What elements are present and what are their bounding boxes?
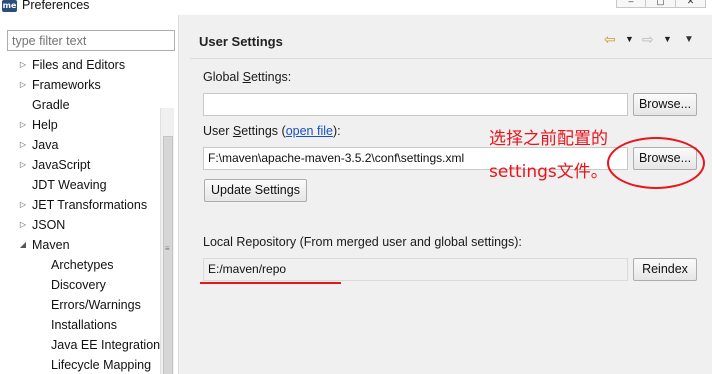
maximize-button[interactable]: ▢ bbox=[646, 0, 676, 8]
local-repository-field: E:/maven/repo bbox=[203, 258, 628, 281]
collapsed-arrow-icon[interactable]: ▷ bbox=[18, 115, 28, 135]
view-menu-icon[interactable]: ▼ bbox=[684, 34, 694, 45]
update-settings-button[interactable]: Update Settings bbox=[204, 179, 307, 202]
tree-item-label: JET Transformations bbox=[32, 198, 148, 212]
forward-dropdown-icon[interactable]: ▼ bbox=[663, 34, 672, 44]
title-bar: me Preferences – ▢ ✕ bbox=[0, 0, 712, 15]
tree-item[interactable]: ▷ Help bbox=[0, 115, 160, 135]
tree-item-label: JSON bbox=[32, 218, 66, 232]
grip-icon: ≡ bbox=[165, 244, 170, 253]
history-navigation: ⇦ ▼ ⇨ ▼ ▼ bbox=[600, 31, 710, 49]
user-settings-label: User Settings (open file): bbox=[203, 124, 341, 138]
annotation-underline bbox=[200, 282, 341, 284]
tree-item[interactable]: ▷ JET Transformations bbox=[0, 195, 160, 215]
tree-item[interactable]: Discovery bbox=[0, 275, 160, 295]
collapsed-arrow-icon[interactable]: ▷ bbox=[18, 135, 28, 155]
tree-item[interactable]: Lifecycle Mapping bbox=[0, 355, 160, 374]
tree-item-label: Discovery bbox=[51, 278, 106, 292]
tree-item-label: Frameworks bbox=[32, 78, 101, 92]
collapsed-arrow-icon[interactable]: ▷ bbox=[18, 195, 28, 215]
tree-item[interactable]: ▷ Frameworks bbox=[0, 75, 160, 95]
collapsed-arrow-icon[interactable]: ▷ bbox=[18, 75, 28, 95]
global-settings-label: Global Settings: bbox=[203, 70, 292, 84]
tree-item[interactable]: Archetypes bbox=[0, 255, 160, 275]
pane-divider[interactable] bbox=[178, 15, 190, 374]
collapsed-arrow-icon[interactable]: ▷ bbox=[18, 215, 28, 235]
expanded-arrow-icon[interactable]: ◢ bbox=[18, 235, 28, 255]
global-settings-field[interactable] bbox=[203, 93, 628, 116]
preferences-tree: ▷ Files and Editors ▷ Frameworks Gradle ▷ Help… bbox=[0, 55, 160, 374]
page-header: User Settings ⇦ ▼ ⇨ ▼ ▼ bbox=[190, 15, 712, 59]
tree-item[interactable]: Errors/Warnings bbox=[0, 295, 160, 315]
annotation-text-line1: 选择之前配置的 bbox=[489, 129, 608, 149]
annotation-ellipse bbox=[607, 137, 705, 189]
app-icon: me bbox=[2, 0, 17, 12]
tree-item-label: Archetypes bbox=[51, 258, 114, 272]
global-browse-button[interactable]: Browse... bbox=[633, 93, 697, 116]
tree-item[interactable]: JDT Weaving bbox=[0, 175, 160, 195]
tree-item[interactable]: ▷ Java bbox=[0, 135, 160, 155]
tree-item-label: Java EE Integration bbox=[51, 338, 161, 352]
tree-item-label: JDT Weaving bbox=[32, 178, 107, 192]
page-title: User Settings bbox=[199, 34, 283, 49]
sidebar-scrollbar[interactable]: ≡ bbox=[160, 108, 174, 374]
tree-item-label: Help bbox=[32, 118, 58, 132]
tree-item[interactable]: ▷ JavaScript bbox=[0, 155, 160, 175]
tree-item-label: Gradle bbox=[32, 98, 70, 112]
preferences-sidebar: ▷ Files and Editors ▷ Frameworks Gradle ▷ Help… bbox=[0, 24, 178, 374]
close-button[interactable]: ✕ bbox=[676, 0, 706, 8]
tree-item[interactable]: Installations bbox=[0, 315, 160, 335]
window-title: Preferences bbox=[22, 0, 90, 12]
filter-input[interactable] bbox=[7, 30, 175, 51]
tree-item[interactable]: Gradle bbox=[0, 95, 160, 115]
tree-item-label: Maven bbox=[32, 238, 70, 252]
window-controls: – ▢ ✕ bbox=[616, 0, 706, 8]
tree-item-label: Errors/Warnings bbox=[51, 298, 141, 312]
scrollbar-thumb[interactable]: ≡ bbox=[163, 136, 173, 374]
forward-arrow-icon[interactable]: ⇨ bbox=[642, 31, 654, 48]
reindex-button[interactable]: Reindex bbox=[633, 258, 697, 281]
local-repository-label: Local Repository (From merged user and g… bbox=[203, 235, 522, 249]
minimize-button[interactable]: – bbox=[616, 0, 646, 8]
annotation-text-line2: settings文件。 bbox=[489, 162, 608, 182]
collapsed-arrow-icon[interactable]: ▷ bbox=[18, 55, 28, 75]
back-dropdown-icon[interactable]: ▼ bbox=[625, 34, 634, 44]
tree-item[interactable]: Java EE Integration bbox=[0, 335, 160, 355]
tree-item-label: Files and Editors bbox=[32, 58, 126, 72]
tree-item[interactable]: ▷ JSON bbox=[0, 215, 160, 235]
tree-item-label: Lifecycle Mapping bbox=[51, 358, 152, 372]
tree-item[interactable]: ▷ Files and Editors bbox=[0, 55, 160, 75]
tree-item-label: Java bbox=[32, 138, 59, 152]
tree-item[interactable]: ◢ Maven bbox=[0, 235, 160, 255]
tree-item-label: Installations bbox=[51, 318, 118, 332]
tree-item-label: JavaScript bbox=[32, 158, 91, 172]
open-file-link[interactable]: open file bbox=[286, 124, 333, 138]
collapsed-arrow-icon[interactable]: ▷ bbox=[18, 155, 28, 175]
back-arrow-icon[interactable]: ⇦ bbox=[604, 31, 616, 48]
